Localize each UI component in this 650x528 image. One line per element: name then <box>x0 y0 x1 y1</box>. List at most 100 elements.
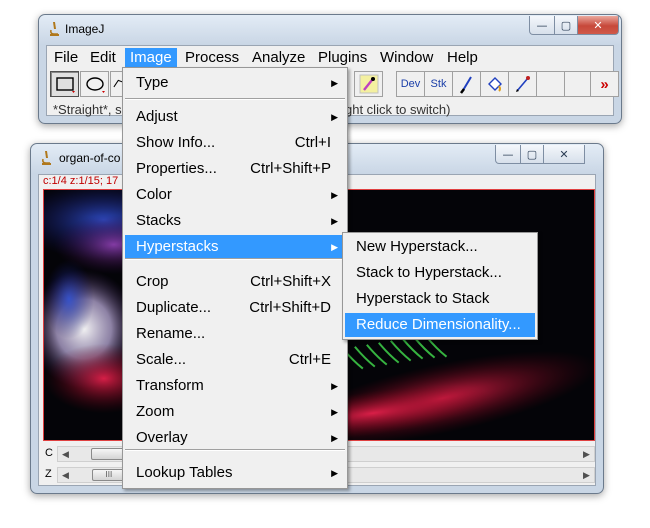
rectangle-tool[interactable] <box>50 71 79 97</box>
submenu-arrow-icon: ▶ <box>331 468 338 478</box>
menu-item-label: Stacks <box>136 212 182 229</box>
menu-plugins[interactable]: Plugins <box>313 48 372 68</box>
blank-tool-slot-1[interactable] <box>536 71 565 97</box>
submenu-arrow-icon: ▶ <box>331 433 338 443</box>
oval-tool[interactable] <box>80 71 109 97</box>
shortcut-label: Ctrl+E <box>288 351 331 368</box>
rectangle-icon <box>55 77 75 93</box>
image-maximize-button[interactable]: ▢ <box>520 145 544 164</box>
submenu-item-reduce-dimensionality[interactable]: Reduce Dimensionality... <box>345 313 535 337</box>
minimize-icon: — <box>536 18 548 32</box>
menu-item-lookup-tables[interactable]: Lookup Tables ▶ <box>125 461 345 485</box>
shortcut-label: Ctrl+Shift+P <box>250 160 331 177</box>
menu-item-label: Show Info... <box>136 134 216 151</box>
menu-process[interactable]: Process <box>180 48 244 68</box>
submenu-item-new-hyperstack[interactable]: New Hyperstack... <box>345 235 535 259</box>
menu-item-crop[interactable]: Crop Ctrl+Shift+X <box>125 270 345 294</box>
menu-item-show-info[interactable]: Show Info... Ctrl+I <box>125 131 345 155</box>
close-icon: ✕ <box>593 18 603 32</box>
shortcut-label: Ctrl+I <box>294 134 331 151</box>
flood-fill-tool[interactable] <box>480 71 509 97</box>
color-picker-tool[interactable] <box>354 71 383 97</box>
menu-item-stacks[interactable]: Stacks ▶ <box>125 209 345 233</box>
status-text-left: *Straight*, se <box>53 102 129 117</box>
menu-analyze[interactable]: Analyze <box>247 48 310 68</box>
menu-item-scale[interactable]: Scale... Ctrl+E <box>125 348 345 372</box>
menu-help[interactable]: Help <box>442 48 483 68</box>
blank-tool-slot-2[interactable] <box>564 71 593 97</box>
menu-item-label: Overlay <box>136 429 188 446</box>
maximize-button[interactable]: ▢ <box>554 16 578 35</box>
submenu-arrow-icon: ▶ <box>331 78 338 88</box>
menu-item-zoom[interactable]: Zoom ▶ <box>125 400 345 424</box>
main-title-bar[interactable]: ImageJ — ▢ ✕ <box>39 15 621 43</box>
z-right-arrow-icon[interactable]: ▶ <box>579 468 594 482</box>
menu-window[interactable]: Window <box>375 48 438 68</box>
menu-separator <box>125 449 345 451</box>
stack-menu-tool[interactable]: Stk <box>424 71 453 97</box>
dev-label: Dev <box>400 78 421 90</box>
submenu-item-label: Stack to Hyperstack... <box>356 264 502 281</box>
developer-menu-tool[interactable]: Dev <box>396 71 425 97</box>
menu-item-hyperstacks[interactable]: Hyperstacks ▶ <box>125 235 345 259</box>
menu-item-rename[interactable]: Rename... <box>125 322 345 346</box>
brush-tool[interactable] <box>452 71 481 97</box>
paint-bucket-icon <box>487 77 502 92</box>
minimize-button[interactable]: — <box>529 16 555 35</box>
submenu-item-hyperstack-to-stack[interactable]: Hyperstack to Stack <box>345 287 535 311</box>
close-button[interactable]: ✕ <box>577 16 619 35</box>
menu-separator <box>125 258 345 260</box>
menu-image[interactable]: Image <box>125 48 177 68</box>
channel-left-arrow-icon[interactable]: ◀ <box>58 447 73 461</box>
menu-item-label: Duplicate... <box>136 299 212 316</box>
menu-item-color[interactable]: Color ▶ <box>125 183 345 207</box>
shortcut-label: Ctrl+Shift+X <box>250 273 331 290</box>
oval-icon <box>85 77 105 93</box>
status-bar: *Straight*, se ght click to switch) <box>53 102 450 118</box>
menu-item-properties[interactable]: Properties... Ctrl+Shift+P <box>125 157 345 181</box>
channel-slider-label: C <box>45 447 53 459</box>
image-close-button[interactable]: ✕ <box>543 145 585 164</box>
menu-item-label: Properties... <box>136 160 217 177</box>
pencil-icon <box>515 76 530 92</box>
submenu-item-label: Reduce Dimensionality... <box>356 316 521 333</box>
z-slider-label: Z <box>45 468 52 480</box>
submenu-item-label: Hyperstack to Stack <box>356 290 490 307</box>
menu-item-transform[interactable]: Transform ▶ <box>125 374 345 398</box>
eyedropper-icon <box>359 74 378 94</box>
more-tools-icon: » <box>600 75 609 93</box>
menu-item-duplicate[interactable]: Duplicate... Ctrl+Shift+D <box>125 296 345 320</box>
menu-item-label: Zoom <box>136 403 175 420</box>
maximize-icon: ▢ <box>526 147 538 161</box>
submenu-item-label: New Hyperstack... <box>356 238 478 255</box>
submenu-arrow-icon: ▶ <box>331 407 338 417</box>
stk-label: Stk <box>430 78 447 90</box>
z-left-arrow-icon[interactable]: ◀ <box>58 468 73 482</box>
close-icon: ✕ <box>559 147 569 161</box>
menu-item-overlay[interactable]: Overlay ▶ <box>125 426 345 450</box>
menu-edit[interactable]: Edit <box>85 48 121 68</box>
image-info-text: c:1/4 z:1/15; 17 <box>43 175 119 187</box>
submenu-arrow-icon: ▶ <box>331 381 338 391</box>
menu-item-label: Rename... <box>136 325 206 342</box>
menu-item-adjust[interactable]: Adjust ▶ <box>125 105 345 129</box>
menu-file[interactable]: File <box>49 48 83 68</box>
pencil-tool[interactable] <box>508 71 537 97</box>
menu-item-label: Adjust <box>136 108 178 125</box>
status-text-right: ght click to switch) <box>345 102 451 117</box>
shortcut-label: Ctrl+Shift+D <box>249 299 331 316</box>
minimize-icon: — <box>502 147 514 161</box>
hyperstacks-submenu: New Hyperstack... Stack to Hyperstack... H… <box>342 232 538 340</box>
z-slider-thumb[interactable]: III <box>91 469 126 481</box>
menu-item-type[interactable]: Type ▶ <box>125 71 345 95</box>
submenu-arrow-icon: ▶ <box>331 190 338 200</box>
menu-separator <box>125 98 345 100</box>
menu-item-label: Crop <box>136 273 169 290</box>
more-tools-button[interactable]: » <box>590 71 619 97</box>
image-menu: Type ▶ Adjust ▶ Show Info... Ctrl+I Properties… <box>122 67 348 489</box>
channel-right-arrow-icon[interactable]: ▶ <box>579 447 594 461</box>
image-minimize-button[interactable]: — <box>495 145 521 164</box>
submenu-arrow-icon: ▶ <box>331 216 338 226</box>
submenu-item-stack-to-hyperstack[interactable]: Stack to Hyperstack... <box>345 261 535 285</box>
menu-item-label: Scale... <box>136 351 187 368</box>
